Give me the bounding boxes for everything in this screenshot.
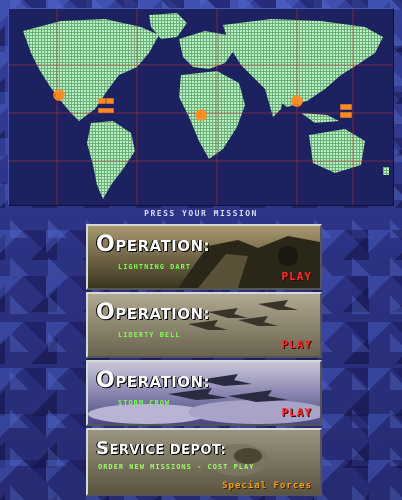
mission-title: Operation: xyxy=(96,300,211,325)
mission-title: Operation: xyxy=(96,368,211,393)
play-button[interactable]: Play xyxy=(282,406,313,419)
depot-subtitle: Order New Missions - Cost Play xyxy=(98,463,255,471)
mission-subtitle: Lightning Dart xyxy=(118,263,192,271)
mission-subtitle: Liberty Bell xyxy=(118,331,181,339)
new-zealand-land xyxy=(383,167,389,175)
north-america-marker-icon xyxy=(53,89,65,101)
world-map-graphic xyxy=(9,9,393,205)
service-depot-card[interactable]: Service Depot: Order New Missions - Cost… xyxy=(86,428,322,496)
mission-card-lightning-dart[interactable]: Operation: Lightning Dart Play xyxy=(86,224,322,290)
mission-title: Operation: xyxy=(96,232,211,257)
special-forces-label: Special Forces xyxy=(222,481,312,491)
play-button[interactable]: Play xyxy=(282,338,313,351)
depot-title: Service Depot: xyxy=(96,438,227,459)
mission-prompt: Press Your Mission xyxy=(144,209,258,218)
middle-east-marker-icon xyxy=(195,109,207,121)
world-map[interactable] xyxy=(8,8,394,206)
mission-card-storm-crow[interactable]: Operation: Storm Crow Play xyxy=(86,360,322,426)
play-button[interactable]: Play xyxy=(282,270,313,283)
mission-card-liberty-bell[interactable]: Operation: Liberty Bell Play xyxy=(86,292,322,358)
mission-subtitle: Storm Crow xyxy=(118,399,171,407)
